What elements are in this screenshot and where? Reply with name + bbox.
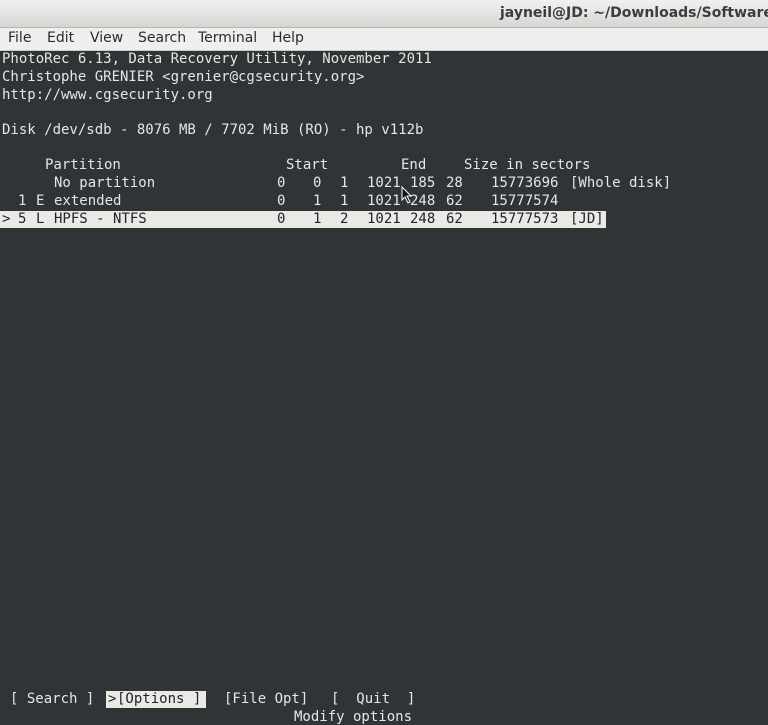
start-sector: 1 [340,193,349,209]
search-button[interactable]: [ Search ] [10,691,94,708]
window-title: jayneil@JD: ~/Downloads/Softwares/t [500,5,768,21]
start-cylinder: 0 [277,175,286,191]
file-opt-button[interactable]: [File Opt] [224,691,308,708]
menu-file[interactable]: File [8,30,31,46]
partition-type: E [36,193,45,209]
end-sector: 62 [446,211,463,227]
end-sector: 28 [446,175,463,191]
start-cylinder: 0 [277,211,286,227]
menu-edit[interactable]: Edit [47,30,74,46]
partition-label: [JD] [570,211,604,227]
partition-row-selected[interactable]: > 5 L HPFS - NTFS 0 1 2 1021 248 62 1577… [0,211,606,228]
app-version-line: PhotoRec 6.13, Data Recovery Utility, No… [2,51,432,67]
start-head: 1 [313,193,322,209]
size-sectors: 15777574 [491,193,559,209]
col-header-end: End [401,157,427,173]
author-line: Christophe GRENIER <grenier@cgsecurity.o… [2,69,365,85]
partition-number: 5 [18,211,27,227]
partition-label: [Whole disk] [570,175,672,191]
end-head: 185 [410,175,436,191]
partition-name: No partition [54,175,156,191]
start-cylinder: 0 [277,193,286,209]
col-header-start: Start [286,157,329,173]
size-sectors: 15773696 [491,175,559,191]
selection-marker: > [2,211,11,227]
start-sector: 1 [340,175,349,191]
terminal-area[interactable]: PhotoRec 6.13, Data Recovery Utility, No… [0,51,768,725]
end-sector: 62 [446,193,463,209]
menu-bar: File Edit View Search Terminal Help [0,28,768,51]
start-head: 0 [313,175,322,191]
end-head: 248 [410,211,436,227]
end-head: 248 [410,193,436,209]
col-header-size: Size in sectors [464,157,591,173]
end-cylinder: 1021 [367,175,401,191]
options-button[interactable]: [Options ] [117,691,201,708]
options-selection-marker: > [108,691,117,707]
mouse-pointer-icon [401,186,413,204]
menu-search[interactable]: Search [138,30,186,46]
website-line: http://www.cgsecurity.org [2,87,213,103]
col-header-partition: Partition [45,157,121,173]
action-hint: Modify options [294,709,413,725]
menu-view[interactable]: View [90,30,123,46]
menu-terminal[interactable]: Terminal [198,30,257,46]
window-titlebar[interactable]: jayneil@JD: ~/Downloads/Softwares/t [0,0,768,28]
size-sectors: 15777573 [491,211,559,227]
partition-name: HPFS - NTFS [54,211,147,227]
end-cylinder: 1021 [367,193,401,209]
menu-help[interactable]: Help [272,30,304,46]
end-cylinder: 1021 [367,211,401,227]
partition-type: L [36,211,45,227]
start-head: 1 [313,211,322,227]
start-sector: 2 [340,211,349,227]
partition-number: 1 [18,193,27,209]
quit-button[interactable]: [ Quit ] [331,691,415,708]
disk-info-line: Disk /dev/sdb - 8076 MB / 7702 MiB (RO) … [2,122,424,138]
partition-name: extended [54,193,122,209]
